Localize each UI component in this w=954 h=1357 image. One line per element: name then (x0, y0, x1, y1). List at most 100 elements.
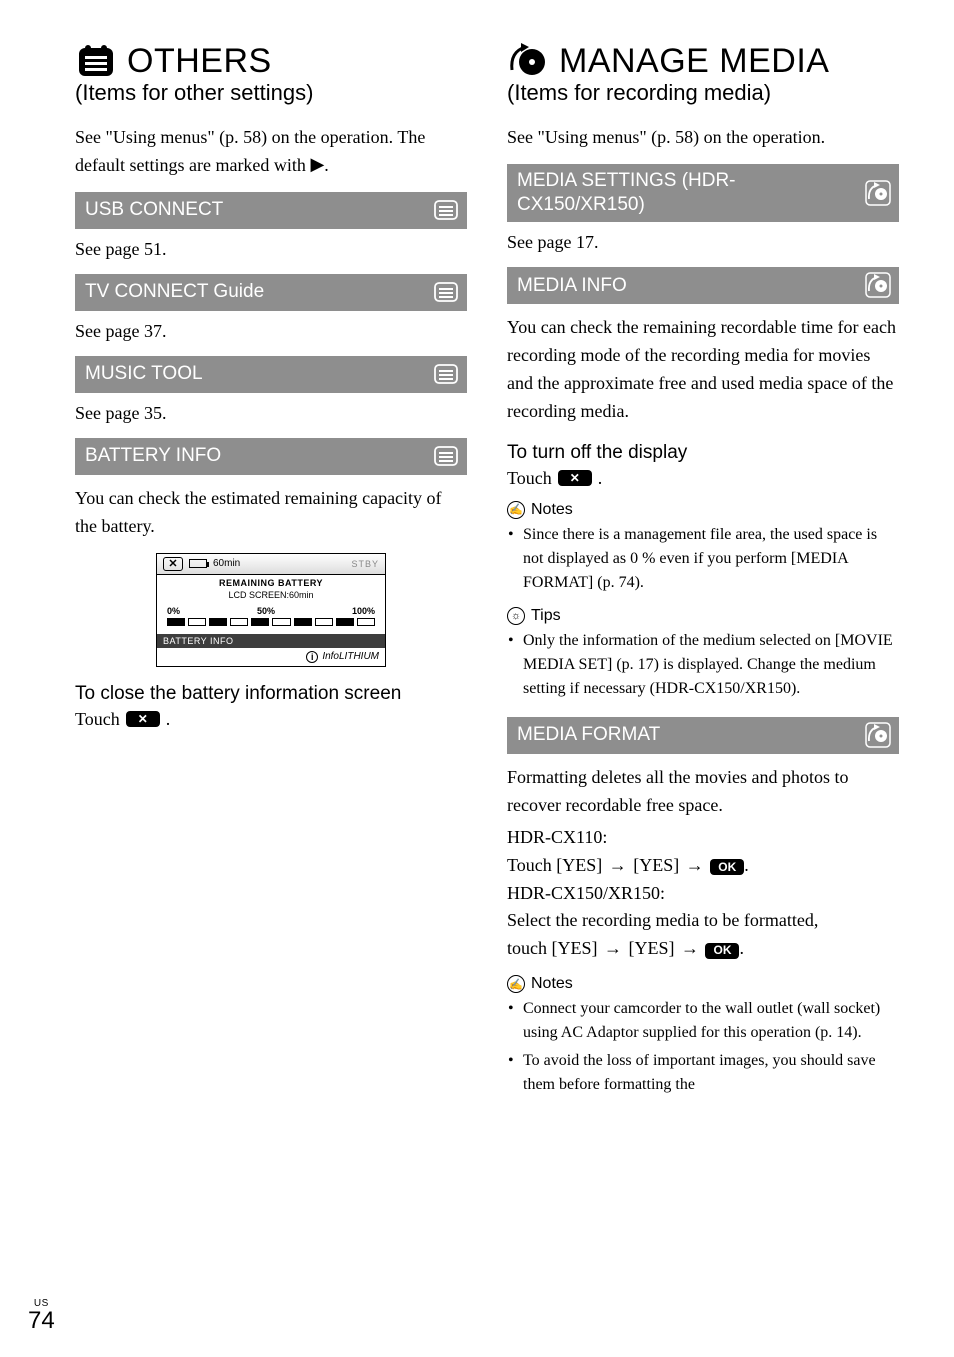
scale-50: 50% (257, 606, 275, 616)
page-footer: US 74 (28, 1299, 55, 1333)
notes-label: Notes (531, 501, 573, 519)
others-title: OTHERS (127, 42, 272, 81)
flow-yes: [YES] (628, 938, 674, 958)
note-item: To avoid the loss of important images, y… (507, 1049, 899, 1097)
battery-info-screen: ✕ 60min STBY REMAINING BATTERY LCD SCREE… (156, 553, 386, 667)
others-heading: OTHERS (75, 40, 467, 82)
flow-touch-yes: Touch [YES] (507, 855, 602, 875)
manage-media-subtitle: (Items for recording media) (507, 80, 899, 106)
battery-bar (157, 616, 385, 634)
media-info-tips: Only the information of the medium selec… (507, 629, 899, 701)
tv-connect-title: TV CONNECT Guide (85, 280, 425, 304)
note-item: Connect your camcorder to the wall outle… (507, 997, 899, 1045)
usb-connect-see: See page 51. (75, 239, 467, 260)
arrow-icon: → (684, 855, 706, 875)
tips-heading: ☼ Tips (507, 607, 899, 625)
media-settings-see: See page 17. (507, 232, 899, 253)
note-item: Since there is a management file area, t… (507, 523, 899, 595)
cx110-flow: Touch [YES] → [YES] → OK. (507, 852, 899, 880)
info-icon: i (306, 651, 318, 663)
media-format-header: MEDIA FORMAT (507, 717, 899, 754)
battery-screen-topbar: ✕ 60min STBY (157, 554, 385, 575)
right-column: MANAGE MEDIA (Items for recording media)… (507, 40, 899, 1101)
triangle-icon: ▶ (310, 151, 324, 179)
toolbox-icon (433, 279, 459, 305)
battery-info-desc: You can check the estimated remaining ca… (75, 485, 467, 541)
period: . (598, 468, 603, 489)
toolbox-icon (433, 197, 459, 223)
touch-close-line-2: Touch ✕ . (507, 468, 899, 489)
battery-screen-footer: i InfoLITHIUM (157, 648, 385, 666)
arrow-icon: → (602, 938, 624, 958)
battery-screen-label: BATTERY INFO (157, 634, 385, 648)
media-format-title: MEDIA FORMAT (517, 723, 857, 747)
battery-icon (189, 559, 207, 568)
media-info-desc: You can check the remaining recordable t… (507, 314, 899, 426)
tip-item: Only the information of the medium selec… (507, 629, 899, 701)
note-icon: ✍ (507, 975, 525, 993)
arrow-icon: → (679, 938, 701, 958)
battery-info-header: BATTERY INFO (75, 438, 467, 475)
scale-100: 100% (352, 606, 375, 616)
period: . (744, 855, 749, 875)
intro-line-1: See "Using menus" (p. 58) on the operati… (75, 127, 393, 147)
battery-scale: 0% 50% 100% (157, 606, 385, 616)
notes-heading: ✍ Notes (507, 501, 899, 519)
scale-0: 0% (167, 606, 180, 616)
disc-arrow-icon (865, 722, 891, 748)
model-cx150-label: HDR-CX150/XR150: (507, 880, 899, 908)
tip-icon: ☼ (507, 607, 525, 625)
tv-connect-see: See page 37. (75, 321, 467, 342)
turn-off-heading: To turn off the display (507, 442, 899, 464)
ok-button-icon[interactable]: OK (705, 943, 739, 959)
music-tool-header: MUSIC TOOL (75, 356, 467, 393)
touch-word: Touch (75, 709, 120, 730)
period: . (166, 709, 171, 730)
intro-line-2b: . (324, 155, 329, 175)
toolbox-icon (433, 361, 459, 387)
flow-yes: [YES] (633, 855, 679, 875)
disc-arrow-icon (865, 180, 891, 206)
manage-media-heading: MANAGE MEDIA (507, 40, 899, 82)
close-battery-heading: To close the battery information screen (75, 683, 467, 705)
media-info-title: MEDIA INFO (517, 274, 857, 298)
toolbox-icon (433, 443, 459, 469)
media-format-desc: Formatting deletes all the movies and ph… (507, 764, 899, 820)
battery-screen-sub: LCD SCREEN:60min (157, 588, 385, 606)
ok-button-icon[interactable]: OK (710, 859, 744, 875)
media-info-header: MEDIA INFO (507, 267, 899, 304)
disc-arrow-icon (507, 40, 549, 82)
stby-label: STBY (351, 559, 379, 569)
touch-close-line: Touch ✕ . (75, 709, 467, 730)
page-number: 74 (28, 1309, 55, 1333)
select-media-line: Select the recording media to be formatt… (507, 907, 899, 935)
manage-media-title: MANAGE MEDIA (559, 42, 829, 81)
close-icon[interactable]: ✕ (163, 557, 183, 571)
notes-heading: ✍ Notes (507, 975, 899, 993)
left-column: OTHERS (Items for other settings) See "U… (75, 40, 467, 1101)
others-intro: See "Using menus" (p. 58) on the operati… (75, 124, 467, 180)
music-tool-title: MUSIC TOOL (85, 362, 425, 386)
media-info-notes: Since there is a management file area, t… (507, 523, 899, 595)
close-button-icon[interactable]: ✕ (126, 711, 160, 727)
usb-connect-title: USB CONNECT (85, 198, 425, 222)
others-subtitle: (Items for other settings) (75, 80, 467, 106)
model-cx110-label: HDR-CX110: (507, 824, 899, 852)
infolithium-label: InfoLITHIUM (322, 651, 379, 662)
cx150-flow: touch [YES] → [YES] → OK. (507, 935, 899, 963)
disc-arrow-icon (865, 272, 891, 298)
media-format-notes: Connect your camcorder to the wall outle… (507, 997, 899, 1097)
battery-time: 60min (213, 558, 240, 569)
notes-label: Notes (531, 975, 573, 993)
usb-connect-header: USB CONNECT (75, 192, 467, 229)
media-settings-title: MEDIA SETTINGS (HDR-CX150/XR150) (517, 169, 857, 217)
close-button-icon[interactable]: ✕ (558, 470, 592, 486)
battery-info-title: BATTERY INFO (85, 444, 425, 468)
music-tool-see: See page 35. (75, 403, 467, 424)
period: . (739, 938, 744, 958)
note-icon: ✍ (507, 501, 525, 519)
media-settings-header: MEDIA SETTINGS (HDR-CX150/XR150) (507, 164, 899, 223)
flow-touch-yes: touch [YES] (507, 938, 597, 958)
arrow-icon: → (607, 855, 629, 875)
battery-screen-title: REMAINING BATTERY (157, 575, 385, 588)
